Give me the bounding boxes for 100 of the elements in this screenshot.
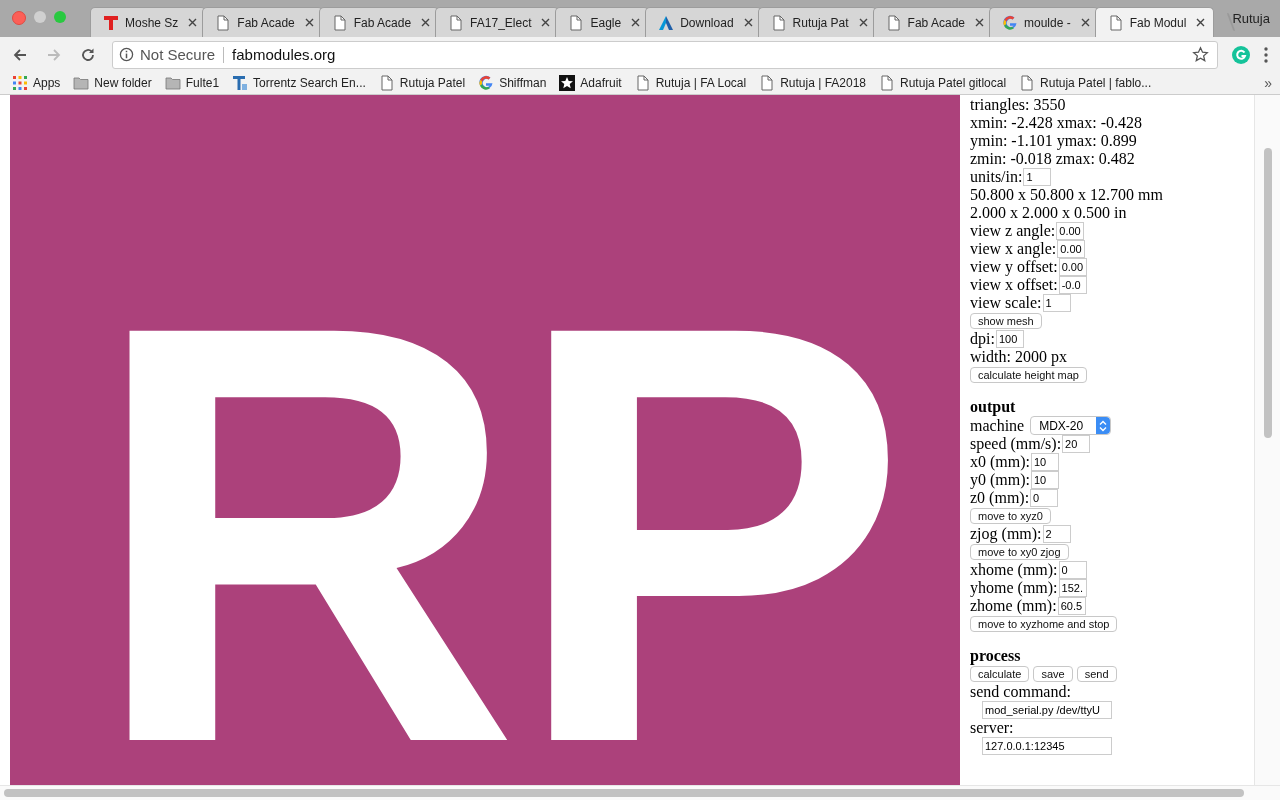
page-icon xyxy=(879,75,896,91)
tab-title: Download xyxy=(680,15,735,30)
action-button[interactable]: move to xy0 zjog xyxy=(970,544,1069,560)
input-field[interactable]: 10 xyxy=(1031,471,1059,489)
field-label: server: xyxy=(970,719,1014,737)
page-icon xyxy=(448,14,465,31)
action-button[interactable]: move to xyz0 xyxy=(970,508,1051,524)
close-tab-icon[interactable] xyxy=(1080,18,1090,27)
action-button[interactable]: calculate xyxy=(970,666,1030,682)
close-tab-icon[interactable] xyxy=(975,18,984,27)
letter-logo-icon xyxy=(103,14,119,31)
input-field[interactable]: 1 xyxy=(1042,294,1071,312)
page-icon xyxy=(1019,75,1036,91)
close-tab-icon[interactable] xyxy=(188,18,198,27)
letter-logo-icon xyxy=(232,75,249,91)
menu-icon[interactable] xyxy=(1264,46,1268,63)
apps-grid-icon xyxy=(12,75,28,91)
page-icon xyxy=(759,75,776,91)
bookmark-item[interactable]: Rutuja Patel xyxy=(378,75,466,91)
bookmark-item[interactable]: Fulte1 xyxy=(164,75,220,91)
page-icon xyxy=(568,14,585,31)
action-button[interactable]: send xyxy=(1076,666,1117,682)
info-text: ymin: -1.101 ymax: 0.899 xyxy=(970,132,1137,150)
close-tab-icon[interactable] xyxy=(631,18,641,27)
input-field[interactable]: 100 xyxy=(995,330,1024,348)
url-text: fabmodules.org xyxy=(232,46,336,63)
folder-icon xyxy=(164,75,181,91)
back-icon[interactable] xyxy=(12,46,28,63)
input-field[interactable]: -0.0 xyxy=(1058,276,1087,294)
close-tab-icon[interactable] xyxy=(541,18,551,27)
browser-tab[interactable]: Fab Modul xyxy=(1094,7,1215,37)
horizontal-scroll-thumb[interactable] xyxy=(4,789,1244,797)
info-text: 50.800 x 50.800 x 12.700 mm xyxy=(970,186,1163,204)
bookmark-item[interactable]: Rutuja | FA Local xyxy=(634,75,747,91)
field-label: view x angle: xyxy=(970,240,1057,258)
bookmark-item[interactable]: Rutuja Patel | fablo... xyxy=(1019,75,1152,91)
bookmark-item[interactable]: Shiffman xyxy=(478,75,547,91)
tab-title: Fab Acade xyxy=(353,15,413,30)
input-field[interactable]: 10 xyxy=(1031,453,1059,471)
input-field[interactable]: 0 xyxy=(1030,489,1059,507)
info-text: 2.000 x 2.000 x 0.500 in xyxy=(970,204,1127,222)
action-button[interactable]: save xyxy=(1033,666,1073,682)
bookmark-item[interactable]: Adafruit xyxy=(559,75,622,91)
folder-icon xyxy=(73,75,90,91)
more-bookmarks-button[interactable]: » xyxy=(1260,75,1272,91)
section-heading: process xyxy=(970,647,1021,665)
star-logo-icon xyxy=(559,75,576,91)
bookmark-item[interactable]: Torrentz Search En... xyxy=(232,75,366,91)
google-icon xyxy=(1002,14,1018,31)
field-label: units/in: xyxy=(970,168,1023,186)
info-text: triangles: 3550 xyxy=(970,96,1066,114)
field-label: speed (mm/s): xyxy=(970,435,1062,453)
machine-dropdown[interactable]: MDX-20 xyxy=(1030,416,1112,435)
page-icon xyxy=(215,14,232,31)
reload-icon[interactable] xyxy=(80,46,96,63)
preview-letters: RP xyxy=(89,236,901,785)
field-label: zjog (mm): xyxy=(970,525,1042,543)
action-button[interactable]: calculate height map xyxy=(970,367,1087,383)
tab-title: Rutuja Pat xyxy=(792,15,850,30)
input-field[interactable]: mod_serial.py /dev/ttyU xyxy=(982,701,1112,719)
tab-title: FA17_Elect xyxy=(470,15,533,30)
field-label: y0 (mm): xyxy=(970,471,1030,489)
close-tab-icon[interactable] xyxy=(743,18,753,27)
input-field[interactable]: 0 xyxy=(1058,561,1087,579)
input-field[interactable]: 0.00 xyxy=(1058,258,1087,276)
input-field[interactable]: 20 xyxy=(1062,435,1091,453)
field-label: dpi: xyxy=(970,330,995,348)
input-field[interactable]: 2 xyxy=(1042,525,1071,543)
bookmark-star-icon[interactable] xyxy=(1192,46,1209,63)
tab-title: Fab Acade xyxy=(907,15,966,30)
input-field[interactable]: 1 xyxy=(1023,168,1052,186)
bookmark-item[interactable]: Apps xyxy=(12,75,61,91)
profile-name[interactable]: Rutuja xyxy=(1232,11,1270,26)
input-field[interactable]: 60.5 xyxy=(1057,597,1086,615)
action-button[interactable]: move to xyzhome and stop xyxy=(970,616,1118,632)
field-label: zhome (mm): xyxy=(970,597,1057,615)
close-tab-icon[interactable] xyxy=(304,18,314,27)
info-icon xyxy=(119,47,134,62)
tab-title: Fab Modul xyxy=(1129,15,1188,30)
field-label: view z angle: xyxy=(970,222,1056,240)
close-tab-icon[interactable] xyxy=(421,18,431,27)
tab-title: Moshe Sz xyxy=(125,15,180,30)
close-tab-icon[interactable] xyxy=(858,18,868,27)
address-bar[interactable]: Not Secure fabmodules.org xyxy=(112,40,1218,69)
input-field[interactable]: 0.00 xyxy=(1057,240,1086,258)
bookmark-item[interactable]: Rutuja | FA2018 xyxy=(759,75,867,91)
bookmark-item[interactable]: New folder xyxy=(73,75,152,91)
bookmark-item[interactable]: Rutuja Patel gitlocal xyxy=(879,75,1007,91)
close-tab-icon[interactable] xyxy=(1196,18,1206,27)
info-text: zmin: -0.018 zmax: 0.482 xyxy=(970,150,1135,168)
vertical-scroll-thumb[interactable] xyxy=(1263,148,1272,438)
input-field[interactable]: 152. xyxy=(1058,579,1087,597)
triangle-logo-icon xyxy=(658,14,675,31)
input-field[interactable]: 127.0.0.1:12345 xyxy=(982,737,1112,755)
section-heading: output xyxy=(970,398,1016,416)
page-icon xyxy=(378,75,395,91)
input-field[interactable]: 0.00 xyxy=(1056,222,1085,240)
field-label: send command: xyxy=(970,683,1071,701)
action-button[interactable]: show mesh xyxy=(970,313,1042,329)
info-text: width: 2000 px xyxy=(970,348,1067,366)
